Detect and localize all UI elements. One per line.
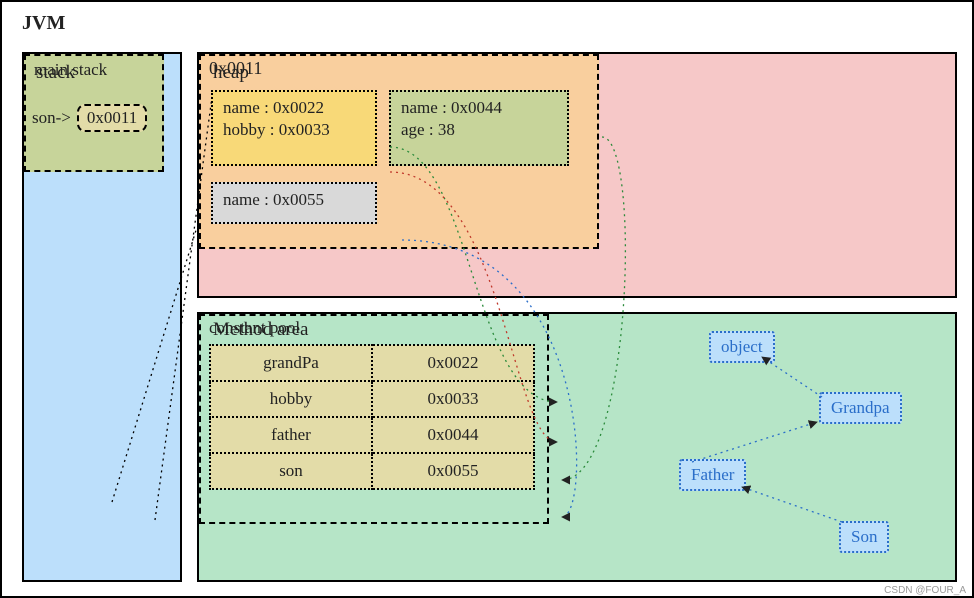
pool-val: 0x0055 <box>372 453 534 489</box>
stack-var-name: son-> <box>32 108 71 128</box>
constant-pool: constant pool grandPa0x0022 hobby0x0033 … <box>199 314 549 524</box>
class-father: Father <box>679 459 746 491</box>
heap-object-address: 0x0011 <box>209 58 262 79</box>
table-row: hobby0x0033 <box>210 381 534 417</box>
table-row: father0x0044 <box>210 417 534 453</box>
father-fields: name : 0x0044 age : 38 <box>389 90 569 166</box>
pool-key: son <box>210 453 372 489</box>
pool-key: hobby <box>210 381 372 417</box>
son-hobby-field: hobby : 0x0033 <box>223 120 365 140</box>
class-grandpa: Grandpa <box>819 392 902 424</box>
pool-val: 0x0022 <box>372 345 534 381</box>
main-stack-label: main stack <box>34 60 107 80</box>
stack-variable-row: son-> 0x0011 <box>32 104 147 132</box>
heap-object: 0x0011 name : 0x0022 hobby : 0x0033 name… <box>199 54 599 249</box>
stack-var-value: 0x0011 <box>77 104 147 132</box>
constant-pool-title: constant pool <box>209 318 300 338</box>
son-name-field: name : 0x0022 <box>223 98 365 118</box>
son-fields: name : 0x0022 hobby : 0x0033 <box>211 90 377 166</box>
watermark: CSDN @FOUR_A <box>884 585 966 596</box>
pool-val: 0x0033 <box>372 381 534 417</box>
heap-area: heap 0x0011 name : 0x0022 hobby : 0x0033… <box>197 52 957 298</box>
table-row: grandPa0x0022 <box>210 345 534 381</box>
father-age-field: age : 38 <box>401 120 557 140</box>
pool-val: 0x0044 <box>372 417 534 453</box>
jvm-diagram: JVM stack main stack son-> 0x0011 heap 0… <box>0 0 974 598</box>
main-stack-frame: main stack son-> 0x0011 <box>24 54 164 172</box>
grandpa-fields: name : 0x0055 <box>211 182 377 224</box>
table-row: son0x0055 <box>210 453 534 489</box>
class-son: Son <box>839 521 889 553</box>
jvm-title: JVM <box>22 12 65 35</box>
pool-key: grandPa <box>210 345 372 381</box>
pool-key: father <box>210 417 372 453</box>
constant-pool-table: grandPa0x0022 hobby0x0033 father0x0044 s… <box>209 344 535 490</box>
father-name-field: name : 0x0044 <box>401 98 557 118</box>
class-object: object <box>709 331 775 363</box>
method-area: Method area constant pool grandPa0x0022 … <box>197 312 957 582</box>
grandpa-name-field: name : 0x0055 <box>223 190 365 210</box>
stack-area: stack main stack son-> 0x0011 <box>22 52 182 582</box>
